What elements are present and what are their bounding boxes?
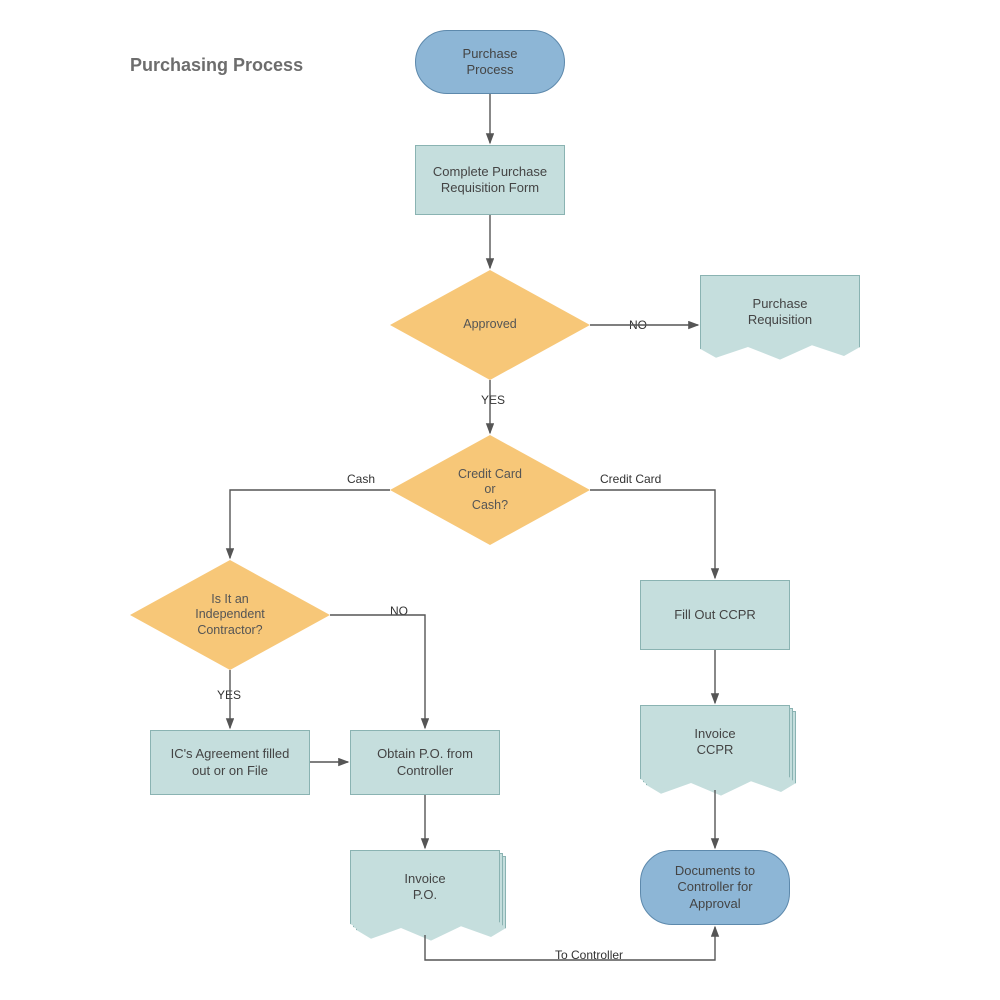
node-approved: Approved (390, 270, 590, 380)
node-obtain-po: Obtain P.O. fromController (350, 730, 500, 795)
node-requisition-form: Complete PurchaseRequisition Form (415, 145, 565, 215)
node-ic-agreement: IC's Agreement filledout or on File (150, 730, 310, 795)
node-independent-contractor: Is It anIndependentContractor? (130, 560, 330, 670)
node-start: PurchaseProcess (415, 30, 565, 94)
node-fill-ccpr: Fill Out CCPR (640, 580, 790, 650)
node-invoice-ccpr-label: InvoiceCCPR (640, 705, 790, 795)
edge-label-ic-no: NO (388, 604, 410, 618)
edge-label-credit-card: Credit Card (598, 472, 663, 486)
node-purchase-requisition-doc-label: PurchaseRequisition (700, 275, 860, 365)
node-invoice-po: InvoiceP.O. (350, 850, 500, 940)
edge-label-cash: Cash (345, 472, 377, 486)
node-docs-to-controller: Documents toController forApproval (640, 850, 790, 925)
edge-label-to-controller: To Controller (553, 948, 625, 962)
edge-label-approved-no: NO (627, 318, 649, 332)
diagram-title: Purchasing Process (130, 55, 303, 76)
node-invoice-po-label: InvoiceP.O. (350, 850, 500, 940)
edge-label-ic-yes: YES (215, 688, 243, 702)
node-credit-or-cash: Credit CardorCash? (390, 435, 590, 545)
node-purchase-requisition-doc: PurchaseRequisition (700, 275, 860, 365)
node-independent-contractor-label: Is It anIndependentContractor? (195, 592, 265, 639)
node-credit-or-cash-label: Credit CardorCash? (458, 467, 522, 514)
edge-label-approved-yes: YES (479, 393, 507, 407)
node-approved-label: Approved (463, 317, 517, 333)
node-invoice-ccpr: InvoiceCCPR (640, 705, 790, 795)
